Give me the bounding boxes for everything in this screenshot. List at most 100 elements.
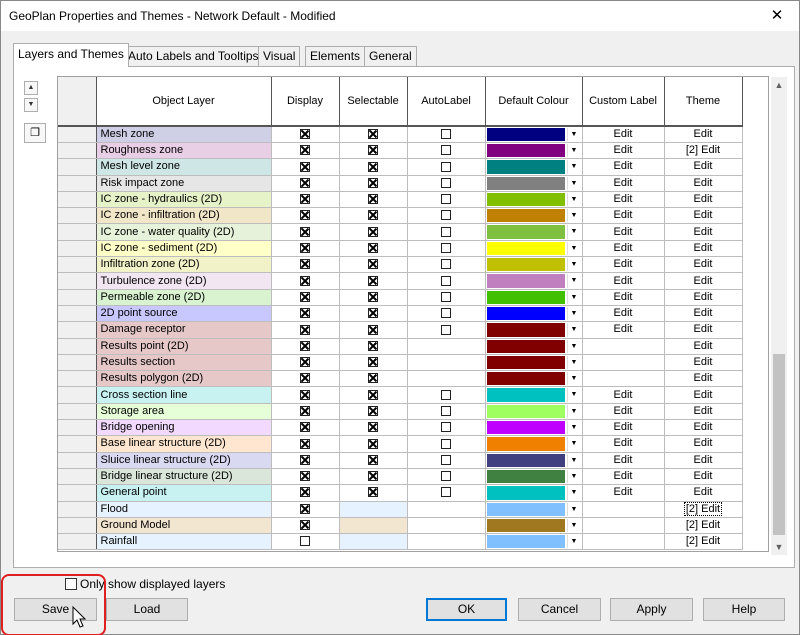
row-header[interactable] <box>58 452 97 469</box>
autolabel-checkbox[interactable] <box>441 324 451 335</box>
table-row[interactable]: Flood ▼ [2] Edit <box>58 501 743 518</box>
custom-label-edit[interactable]: Edit <box>582 386 665 404</box>
row-header[interactable] <box>58 370 97 388</box>
colour-swatch[interactable] <box>486 421 565 435</box>
theme-edit-cell[interactable]: Edit <box>664 126 743 143</box>
row-header[interactable] <box>58 386 97 404</box>
scroll-down-icon[interactable]: ▼ <box>771 539 787 555</box>
theme-edit[interactable]: Edit <box>694 290 713 305</box>
colour-swatch[interactable] <box>486 323 565 337</box>
custom-label-edit[interactable]: Edit <box>582 223 665 241</box>
table-row[interactable]: Roughness zone ▼ Edit [2] Edit <box>58 142 743 160</box>
display-cell[interactable] <box>271 338 340 355</box>
row-header[interactable] <box>58 272 97 290</box>
theme-edit-cell[interactable]: [2] Edit <box>664 501 743 518</box>
theme-edit[interactable]: Edit <box>694 306 713 321</box>
row-header[interactable] <box>58 240 97 258</box>
display-cell[interactable] <box>271 452 340 469</box>
display-cell[interactable] <box>271 142 340 160</box>
selectable-checkbox[interactable] <box>368 226 378 237</box>
theme-edit-cell[interactable]: Edit <box>664 370 743 388</box>
chevron-down-icon[interactable]: ▼ <box>566 290 581 304</box>
display-cell[interactable] <box>271 272 340 290</box>
table-row[interactable]: Bridge linear structure (2D) ▼ Edit Edit <box>58 468 743 486</box>
selectable-checkbox[interactable] <box>368 438 378 449</box>
custom-label-edit[interactable]: Edit <box>582 256 665 274</box>
display-checkbox[interactable] <box>300 389 310 400</box>
row-header[interactable] <box>58 435 97 453</box>
selectable-checkbox[interactable] <box>368 259 378 270</box>
selectable-cell[interactable] <box>339 289 408 306</box>
custom-label-edit[interactable]: Edit <box>582 321 665 339</box>
selectable-checkbox[interactable] <box>368 194 378 205</box>
move-down-button[interactable]: ▼ <box>24 98 38 112</box>
custom-label-edit[interactable]: Edit <box>582 175 665 192</box>
chevron-down-icon[interactable]: ▼ <box>566 518 581 533</box>
selectable-checkbox[interactable] <box>368 129 378 140</box>
theme-edit-cell[interactable]: Edit <box>664 305 743 323</box>
autolabel-cell[interactable] <box>407 321 486 339</box>
default-colour-cell[interactable]: ▼ <box>485 452 583 469</box>
row-header[interactable] <box>58 501 97 518</box>
theme-edit-cell[interactable]: Edit <box>664 207 743 225</box>
autolabel-checkbox[interactable] <box>441 405 451 416</box>
colour-swatch[interactable] <box>486 160 565 174</box>
theme-edit-cell[interactable]: Edit <box>664 386 743 404</box>
default-colour-cell[interactable]: ▼ <box>485 370 583 388</box>
default-colour-cell[interactable]: ▼ <box>485 256 583 274</box>
theme-edit-cell[interactable]: Edit <box>664 321 743 339</box>
row-header[interactable] <box>58 175 97 192</box>
theme-edit-cell[interactable]: Edit <box>664 403 743 421</box>
row-header[interactable] <box>58 142 97 160</box>
autolabel-checkbox[interactable] <box>441 308 451 319</box>
theme-edit-cell[interactable]: [2] Edit <box>664 533 743 551</box>
help-button[interactable]: Help <box>703 598 785 621</box>
tab-general[interactable]: General <box>364 46 417 66</box>
theme-edit[interactable]: Edit <box>694 192 713 207</box>
selectable-checkbox[interactable] <box>368 487 378 498</box>
chevron-down-icon[interactable]: ▼ <box>566 144 581 158</box>
column-header-default-colour[interactable]: Default Colour <box>485 77 583 127</box>
table-row[interactable]: Results section ▼ Edit <box>58 354 743 372</box>
default-colour-cell[interactable]: ▼ <box>485 403 583 421</box>
custom-label-edit[interactable]: Edit <box>582 435 665 453</box>
row-header[interactable] <box>58 468 97 486</box>
colour-swatch[interactable] <box>486 486 565 500</box>
chevron-down-icon[interactable]: ▼ <box>566 404 581 419</box>
chevron-down-icon[interactable]: ▼ <box>566 469 581 484</box>
theme-edit-cell[interactable]: Edit <box>664 484 743 502</box>
theme-edit[interactable]: Edit <box>694 453 713 468</box>
theme-edit-cell[interactable]: Edit <box>664 240 743 258</box>
display-checkbox[interactable] <box>300 291 310 302</box>
display-checkbox[interactable] <box>300 259 310 270</box>
colour-swatch[interactable] <box>486 176 565 190</box>
display-cell[interactable] <box>271 370 340 388</box>
default-colour-cell[interactable]: ▼ <box>485 354 583 372</box>
theme-edit[interactable]: Edit <box>694 241 713 256</box>
table-row[interactable]: Rainfall ▼ [2] Edit <box>58 533 743 551</box>
theme-edit[interactable]: [2] Edit <box>686 143 720 158</box>
theme-edit[interactable]: Edit <box>694 355 713 370</box>
selectable-cell[interactable] <box>339 370 408 388</box>
colour-swatch[interactable] <box>486 404 565 419</box>
table-row[interactable]: IC zone - sediment (2D) ▼ Edit Edit <box>58 240 743 258</box>
display-cell[interactable] <box>271 321 340 339</box>
table-row[interactable]: Permeable zone (2D) ▼ Edit Edit <box>58 289 743 306</box>
theme-edit[interactable]: Edit <box>694 208 713 223</box>
column-header-object-layer[interactable]: Object Layer <box>96 77 272 127</box>
display-cell[interactable] <box>271 354 340 372</box>
autolabel-cell[interactable] <box>407 191 486 209</box>
selectable-cell[interactable] <box>339 338 408 355</box>
selectable-cell[interactable] <box>339 191 408 209</box>
theme-edit[interactable]: Edit <box>694 371 713 386</box>
theme-edit-cell[interactable]: Edit <box>664 175 743 192</box>
autolabel-checkbox[interactable] <box>441 145 451 156</box>
default-colour-cell[interactable]: ▼ <box>485 289 583 306</box>
selectable-cell[interactable] <box>339 435 408 453</box>
theme-edit[interactable]: Edit <box>694 485 713 500</box>
autolabel-cell[interactable] <box>407 403 486 421</box>
theme-edit[interactable]: [2] Edit <box>686 534 720 549</box>
default-colour-cell[interactable]: ▼ <box>485 338 583 355</box>
custom-label-edit[interactable]: Edit <box>582 305 665 323</box>
default-colour-cell[interactable]: ▼ <box>485 272 583 290</box>
